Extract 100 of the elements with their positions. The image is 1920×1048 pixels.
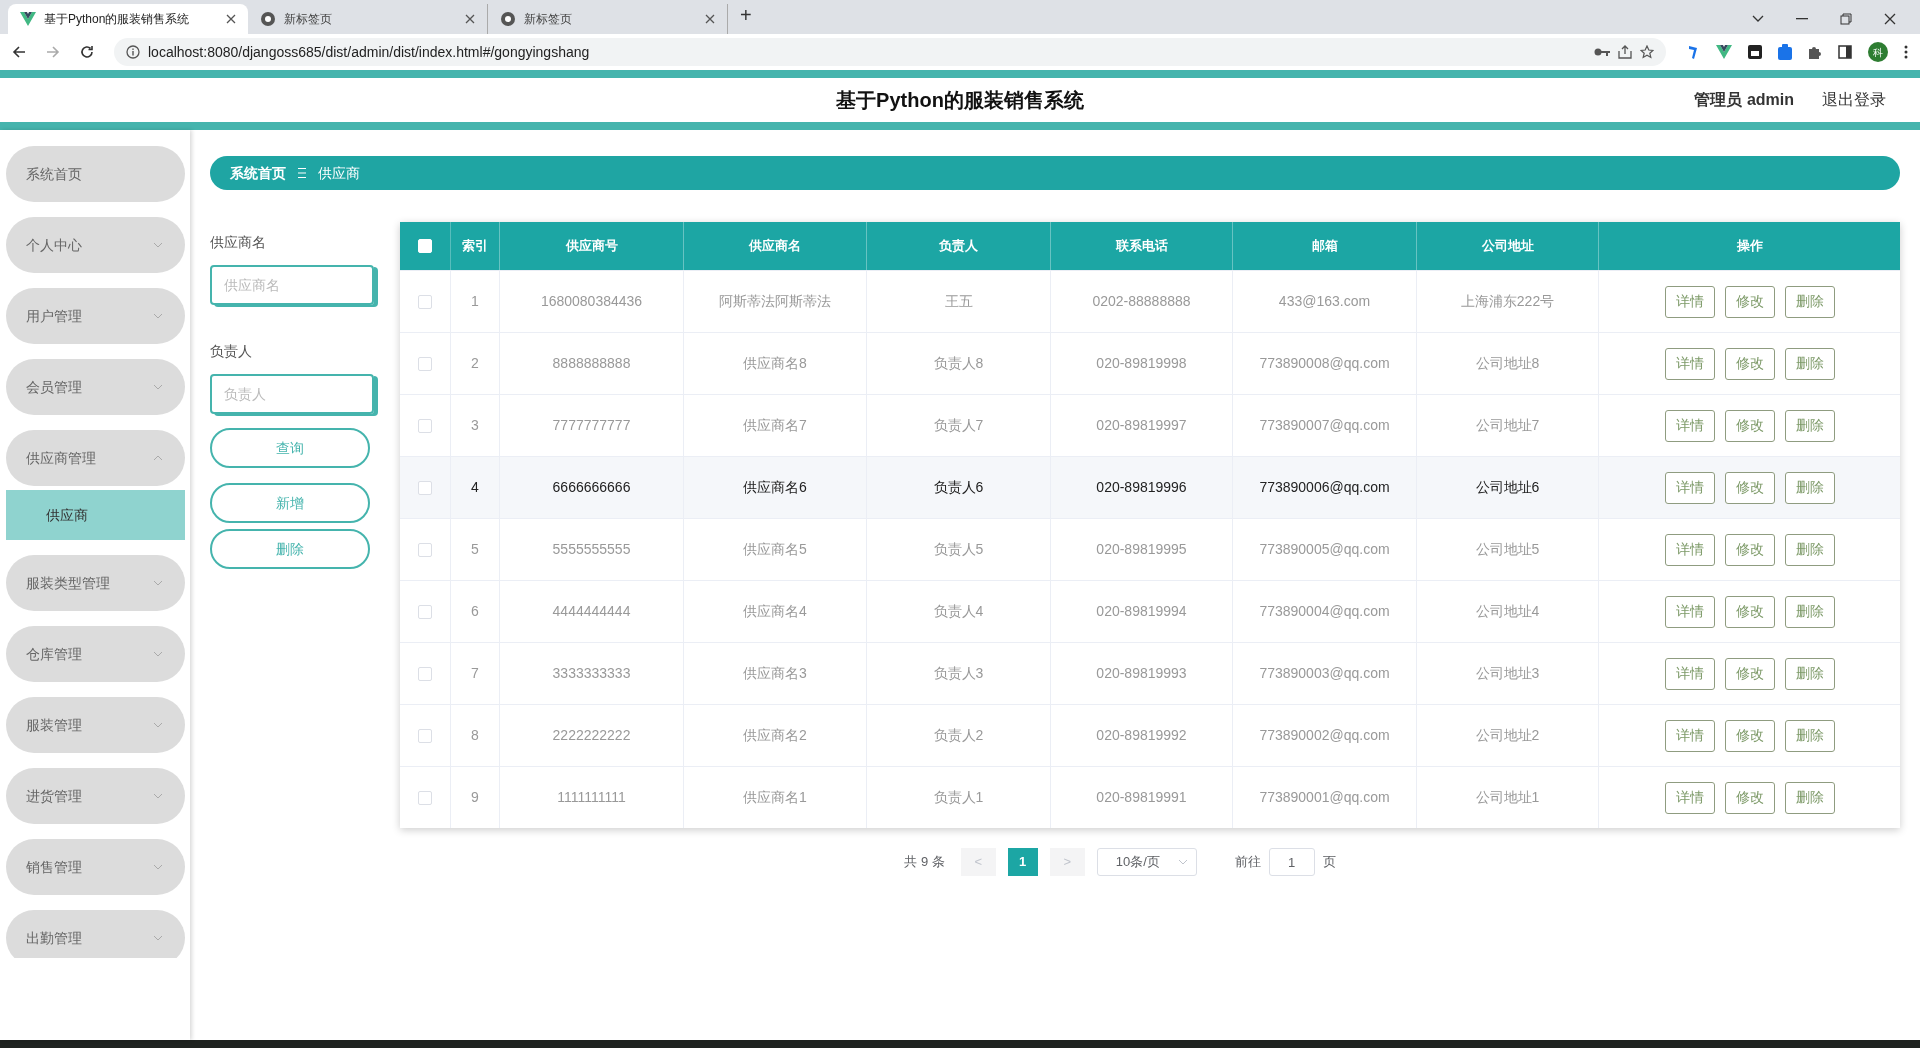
table-cell-text: 773890005@qq.com	[1259, 540, 1390, 559]
action-button[interactable]: 新增	[210, 483, 370, 523]
puzzle-icon[interactable]	[1808, 45, 1822, 59]
row-action-button[interactable]: 修改	[1724, 471, 1775, 504]
row-action-button[interactable]: 详情	[1664, 533, 1715, 566]
row-action-button[interactable]: 删除	[1784, 657, 1835, 690]
table-cell-text: 公司地址7	[1475, 416, 1540, 435]
row-action-button[interactable]: 修改	[1724, 719, 1775, 752]
table-cell-text: 供应商名6	[743, 478, 807, 497]
extension-icon[interactable]	[1748, 45, 1762, 59]
table-cell-text: 7777777777	[552, 416, 631, 435]
row-action-button[interactable]: 详情	[1664, 347, 1715, 380]
logout-link[interactable]: 退出登录	[1822, 88, 1886, 112]
checkbox[interactable]	[418, 294, 432, 309]
action-button[interactable]: 删除	[210, 529, 370, 569]
table-cell-text: 6666666666	[552, 478, 631, 497]
restore-icon[interactable]	[1840, 13, 1852, 25]
sidebar-item[interactable]: 销售管理	[6, 839, 185, 895]
row-action-button[interactable]: 删除	[1784, 471, 1835, 504]
row-action-button[interactable]: 删除	[1784, 533, 1835, 566]
table-cell-text: 773890006@qq.com	[1259, 478, 1390, 497]
sidebar-item[interactable]: 出勤管理	[6, 910, 185, 958]
table-cell-text: 6	[471, 602, 479, 621]
row-action-button[interactable]: 删除	[1784, 781, 1835, 814]
table-cell-text: 3	[471, 416, 479, 435]
table-cell-text: 020-89819995	[1096, 540, 1187, 559]
checkbox[interactable]	[418, 604, 432, 619]
sidebar-item[interactable]: 会员管理	[6, 359, 185, 415]
row-action-button[interactable]: 删除	[1784, 347, 1835, 380]
table-cell-text: 4	[471, 478, 479, 497]
table-cell-text: 020-89819993	[1096, 664, 1187, 683]
close-icon[interactable]	[1884, 13, 1896, 25]
action-button[interactable]: 查询	[210, 428, 370, 468]
key-icon[interactable]	[1594, 47, 1610, 57]
minimize-icon[interactable]	[1796, 18, 1808, 20]
page-size-select[interactable]: 10条/页	[1096, 848, 1197, 876]
checkbox[interactable]	[418, 356, 432, 371]
checkbox[interactable]	[418, 542, 432, 557]
sidebar-item[interactable]: 供应商管理	[6, 430, 185, 486]
table-cell-text: 8	[471, 726, 479, 745]
sidebar-item[interactable]: 个人中心	[6, 217, 185, 273]
row-action-button[interactable]: 修改	[1724, 533, 1775, 566]
more-icon[interactable]	[1904, 45, 1908, 59]
row-action-button[interactable]: 修改	[1724, 347, 1775, 380]
checkbox[interactable]	[418, 480, 432, 495]
sidebar-item[interactable]: 系统首页	[6, 146, 185, 202]
sidebar-icon[interactable]	[1838, 45, 1852, 59]
chevron-down-icon[interactable]	[1752, 15, 1764, 23]
sidebar-item[interactable]: 进货管理	[6, 768, 185, 824]
row-action-button[interactable]: 修改	[1724, 409, 1775, 442]
row-action-button[interactable]: 详情	[1664, 719, 1715, 752]
page-input[interactable]: 1	[1268, 848, 1315, 876]
table-cell-text: 773890004@qq.com	[1259, 602, 1390, 621]
checkbox[interactable]	[418, 728, 432, 743]
row-action-button[interactable]: 删除	[1784, 409, 1835, 442]
back-icon[interactable]	[12, 45, 26, 59]
table-cell-text: 负责人4	[933, 602, 984, 621]
row-action-button[interactable]: 修改	[1724, 657, 1775, 690]
row-action-button[interactable]: 修改	[1724, 781, 1775, 814]
v-logo-icon[interactable]	[1716, 45, 1732, 59]
table-cell-text: 公司地址2	[1475, 726, 1540, 745]
row-action-button[interactable]: 详情	[1664, 471, 1715, 504]
row-action-button[interactable]: 修改	[1724, 595, 1775, 628]
breadcrumb-item[interactable]: 系统首页	[230, 162, 286, 184]
sidebar-item[interactable]: 仓库管理	[6, 626, 185, 682]
checkbox[interactable]	[418, 666, 432, 681]
page-button[interactable]: 1	[1007, 848, 1038, 876]
reload-icon[interactable]	[80, 45, 94, 59]
table-cell-text: 负责人7	[933, 416, 984, 435]
row-action-button[interactable]: 详情	[1664, 781, 1715, 814]
share-icon[interactable]	[1618, 45, 1632, 59]
column-header: 邮箱	[1311, 237, 1338, 256]
close-icon[interactable]	[705, 14, 715, 24]
close-icon[interactable]	[226, 14, 236, 24]
star-icon[interactable]	[1640, 45, 1654, 59]
address-bar[interactable]: localhost:8080/djangoss685/dist/admin/dist/index.html#/gongyingshang	[114, 38, 1666, 66]
checkbox[interactable]	[418, 418, 432, 433]
profile-avatar[interactable]: 科	[1868, 42, 1888, 62]
close-icon[interactable]	[465, 14, 475, 24]
row-action-button[interactable]: 修改	[1724, 285, 1775, 318]
sidebar-item[interactable]: 用户管理	[6, 288, 185, 344]
checkbox[interactable]	[418, 790, 432, 805]
table-cell-text: 负责人6	[933, 478, 984, 497]
v-logo-icon	[20, 12, 36, 26]
table-cell-text: 供应商名1	[743, 788, 807, 807]
table-cell-text: 1111111111	[557, 788, 626, 807]
browser-tab[interactable]: 基于Python的服装销售系统	[8, 4, 248, 34]
row-action-button[interactable]: 详情	[1664, 409, 1715, 442]
sidebar-subitem[interactable]: 供应商	[6, 490, 185, 540]
row-action-button[interactable]: 删除	[1784, 595, 1835, 628]
sidebar-item[interactable]: 服装管理	[6, 697, 185, 753]
table-cell-text: 020-89819992	[1096, 726, 1187, 745]
row-action-button[interactable]: 删除	[1784, 719, 1835, 752]
row-action-button[interactable]: 删除	[1784, 285, 1835, 318]
row-action-button[interactable]: 详情	[1664, 595, 1715, 628]
table-cell-text: 773890008@qq.com	[1259, 354, 1390, 373]
new-tab-button[interactable]: +	[740, 0, 752, 30]
row-action-button[interactable]: 详情	[1664, 285, 1715, 318]
sidebar-item[interactable]: 服装类型管理	[6, 555, 185, 611]
row-action-button[interactable]: 详情	[1664, 657, 1715, 690]
